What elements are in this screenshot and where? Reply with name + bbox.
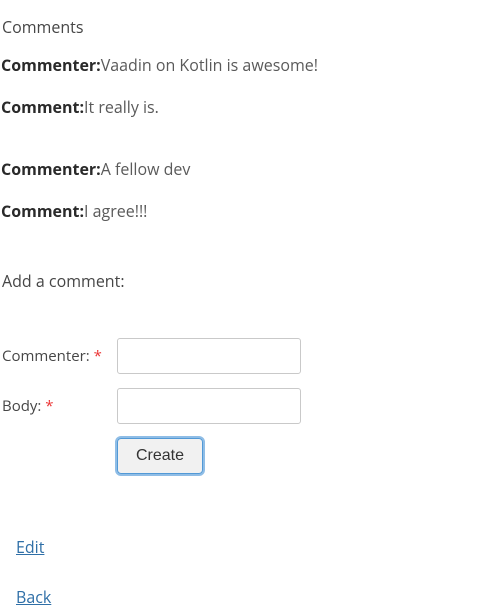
commenter-value: Vaadin on Kotlin is awesome!	[101, 54, 318, 76]
back-link[interactable]: Back	[16, 586, 500, 608]
comment-body-value: It really is.	[84, 96, 159, 118]
body-field-row: Body: *	[2, 388, 500, 424]
comment-body-value: I agree!!!	[84, 200, 147, 222]
comment-item: Commenter:A fellow dev Comment:I agree!!…	[0, 158, 500, 262]
commenter-value: A fellow dev	[101, 158, 191, 180]
edit-link[interactable]: Edit	[16, 536, 500, 558]
comment-label: Comment:	[1, 96, 84, 118]
comment-label: Comment:	[1, 200, 84, 222]
add-comment-heading: Add a comment:	[0, 262, 500, 302]
body-label-text: Body:	[2, 396, 45, 416]
commenter-input[interactable]	[117, 338, 301, 374]
button-row: Create	[2, 438, 500, 474]
comment-body-line: Comment:It really is.	[0, 96, 500, 118]
required-indicator: *	[45, 396, 53, 416]
comment-commenter-line: Commenter:Vaadin on Kotlin is awesome!	[0, 54, 500, 76]
commenter-label-text: Commenter:	[2, 346, 94, 366]
comment-body-line: Comment:I agree!!!	[0, 200, 500, 222]
commenter-field-row: Commenter: *	[2, 338, 500, 374]
comment-commenter-line: Commenter:A fellow dev	[0, 158, 500, 180]
commenter-label: Commenter:	[1, 158, 101, 180]
links-area: Edit Back	[0, 474, 500, 608]
create-button[interactable]: Create	[117, 438, 203, 474]
comment-item: Commenter:Vaadin on Kotlin is awesome! C…	[0, 54, 500, 158]
required-indicator: *	[94, 346, 102, 366]
commenter-label: Commenter:	[1, 54, 101, 76]
body-input[interactable]	[117, 388, 301, 424]
comments-heading: Comments	[0, 0, 500, 54]
comment-form: Commenter: * Body: * Create	[0, 302, 500, 474]
commenter-field-label: Commenter: *	[2, 346, 117, 366]
body-field-label: Body: *	[2, 396, 117, 416]
